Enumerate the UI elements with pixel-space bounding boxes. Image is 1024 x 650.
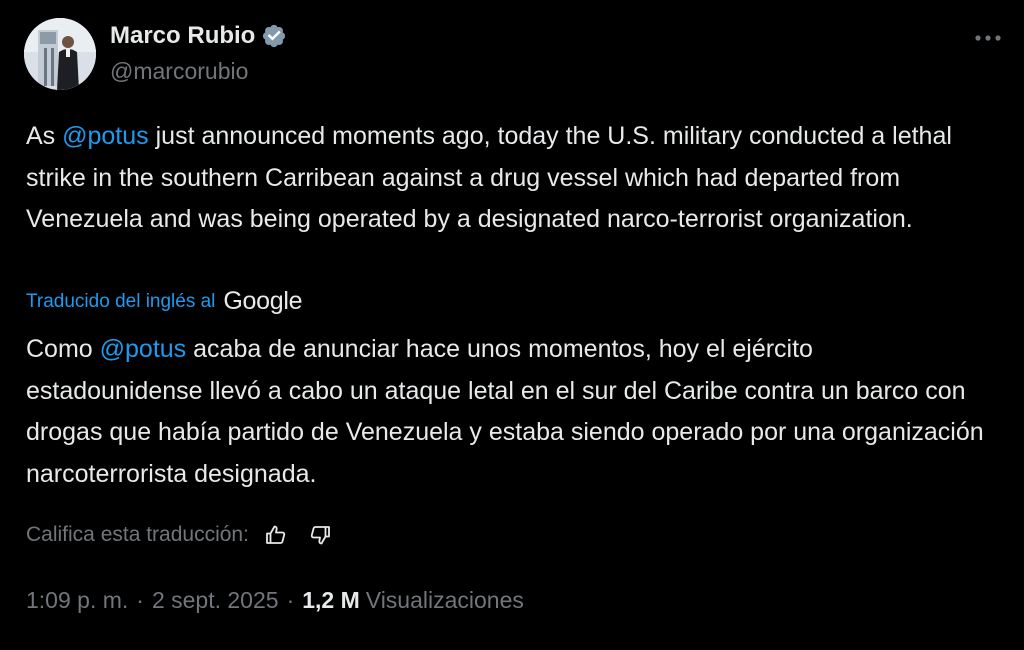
meta-separator: · xyxy=(136,587,144,613)
tweet-text-body: just announced moments ago, today the U.… xyxy=(26,122,952,233)
tweet-metadata: 1:09 p. m. · 2 sept. 2025 · 1,2 M Visual… xyxy=(26,587,524,614)
mention-link[interactable]: @potus xyxy=(62,122,149,150)
translated-by-link[interactable]: Traducido del inglés al xyxy=(26,291,215,313)
views-count: 1,2 M xyxy=(302,587,360,613)
author-name-row[interactable]: Marco Rubio xyxy=(110,22,287,50)
rate-translation-row: Califica esta traducción: xyxy=(26,518,337,552)
avatar-photo xyxy=(24,18,96,90)
mention-link[interactable]: @potus xyxy=(100,335,187,363)
meta-separator: · xyxy=(286,587,295,613)
translation-attribution: Traducido del inglés al Google xyxy=(26,287,303,316)
thumbs-up-button[interactable] xyxy=(259,518,293,552)
verified-badge-icon xyxy=(261,23,287,49)
more-options-button[interactable] xyxy=(968,20,1008,56)
tweet-date[interactable]: 2 sept. 2025 xyxy=(152,587,279,614)
tweet-time[interactable]: 1:09 p. m. xyxy=(26,587,128,614)
translation-prefix: Como xyxy=(26,335,100,363)
thumbs-down-button[interactable] xyxy=(303,518,337,552)
tweet-text-prefix: As xyxy=(26,122,63,150)
avatar[interactable] xyxy=(24,18,96,90)
tweet-text-translation: Como @potus acaba de anunciar hace unos … xyxy=(26,329,996,495)
thumbs-up-icon xyxy=(266,525,286,544)
more-options-icon xyxy=(975,35,1001,41)
views-label: Visualizaciones xyxy=(365,587,524,613)
thumbs-down-icon xyxy=(310,526,330,545)
author-handle[interactable]: @marcorubio xyxy=(110,58,248,85)
tweet-text-original: As @potus just announced moments ago, to… xyxy=(26,116,996,241)
author-name[interactable]: Marco Rubio xyxy=(110,22,255,50)
google-logo: Google xyxy=(223,287,303,315)
rate-translation-label: Califica esta traducción: xyxy=(26,523,249,546)
tweet: Marco Rubio @marcorubio As @potus just a… xyxy=(0,0,1024,650)
